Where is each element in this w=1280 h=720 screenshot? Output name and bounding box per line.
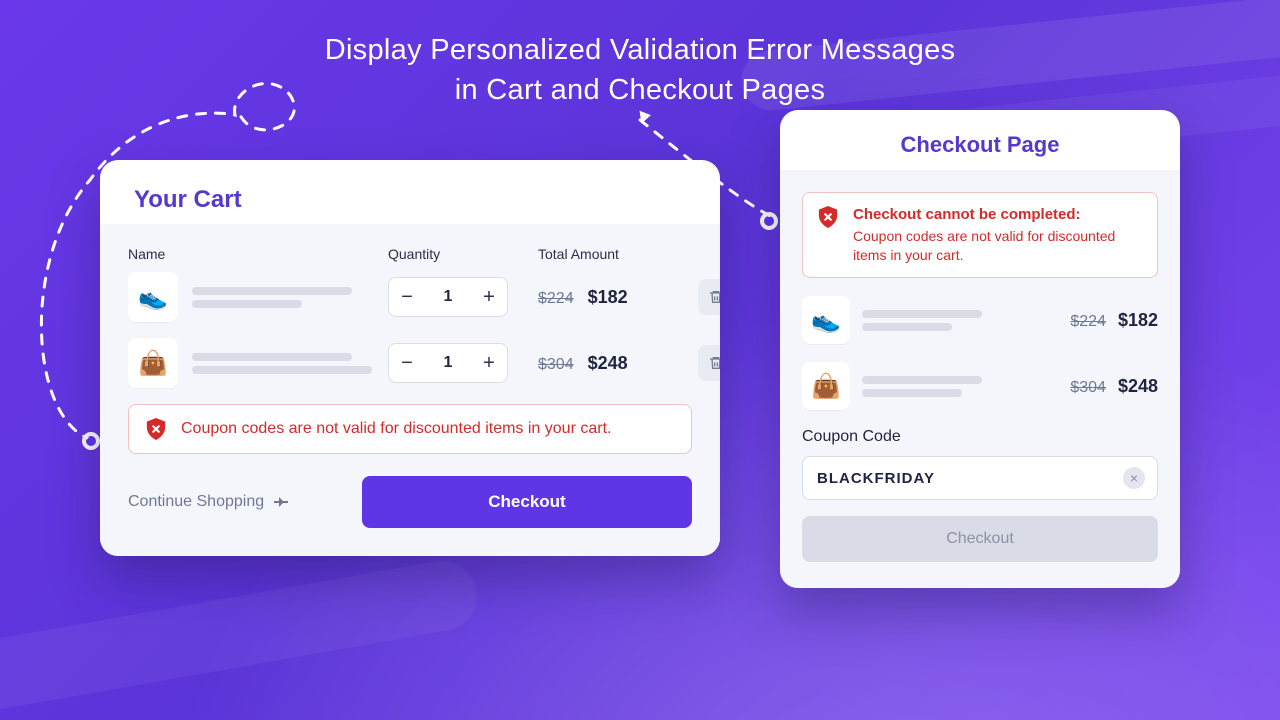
price-old: $224: [1070, 313, 1106, 331]
col-name: Name: [128, 246, 388, 262]
arrow-right-icon: [274, 501, 288, 503]
product-thumb: 👜: [128, 338, 178, 388]
cart-card: Your Cart Name Quantity Total Amount 👟 −…: [100, 160, 720, 556]
price-new: $182: [588, 287, 628, 308]
price-old: $304: [538, 356, 574, 374]
checkout-header: Checkout Page: [780, 110, 1180, 170]
cart-column-headers: Name Quantity Total Amount: [128, 246, 692, 262]
col-total: Total Amount: [538, 246, 698, 262]
checkout-error-title: Checkout cannot be completed:: [853, 205, 1143, 225]
price: $224 $182: [538, 287, 698, 308]
remove-item-button[interactable]: [698, 345, 720, 381]
quantity-stepper[interactable]: − 1 +: [388, 343, 508, 383]
col-qty: Quantity: [388, 246, 538, 262]
clear-coupon-button[interactable]: ×: [1123, 467, 1145, 489]
product-thumb: 👟: [802, 296, 850, 344]
checkout-error-body: Coupon codes are not valid for discounte…: [853, 228, 1115, 263]
shield-error-icon: [145, 417, 167, 441]
qty-value: 1: [425, 354, 471, 372]
product-thumb: 👜: [802, 362, 850, 410]
qty-increase-button[interactable]: +: [471, 344, 507, 382]
price-old: $304: [1070, 379, 1106, 397]
checkout-card: Checkout Page Checkout cannot be complet…: [780, 110, 1180, 588]
checkout-error-alert: Checkout cannot be completed: Coupon cod…: [802, 192, 1158, 278]
cart-title: Your Cart: [134, 186, 686, 214]
checkout-row: 👜 $304 $248: [802, 362, 1158, 410]
qty-increase-button[interactable]: +: [471, 278, 507, 316]
close-icon: ×: [1130, 470, 1138, 486]
quantity-stepper[interactable]: − 1 +: [388, 277, 508, 317]
coupon-field[interactable]: ×: [802, 456, 1158, 500]
qty-value: 1: [425, 288, 471, 306]
product-thumb: 👟: [128, 272, 178, 322]
price-new: $248: [588, 353, 628, 374]
trash-icon: [708, 289, 720, 305]
remove-item-button[interactable]: [698, 279, 720, 315]
coupon-input[interactable]: [815, 469, 1123, 488]
qty-decrease-button[interactable]: −: [389, 344, 425, 382]
connector-dot: [760, 212, 778, 230]
cart-row: 👟 − 1 + $224 $182: [128, 272, 692, 322]
brushstroke-decoration: [0, 555, 482, 714]
checkout-button[interactable]: Checkout: [362, 476, 692, 528]
page-title: Display Personalized Validation Error Me…: [325, 30, 956, 110]
continue-shopping-link[interactable]: Continue Shopping: [128, 493, 288, 511]
checkout-row: 👟 $224 $182: [802, 296, 1158, 344]
cart-header: Your Cart: [100, 160, 720, 224]
price: $224 $182: [1070, 310, 1158, 331]
price-new: $182: [1118, 310, 1158, 331]
checkout-title: Checkout Page: [810, 132, 1150, 158]
connector-dot: [82, 432, 100, 450]
price: $304 $248: [538, 353, 698, 374]
price-new: $248: [1118, 376, 1158, 397]
trash-icon: [708, 355, 720, 371]
shield-error-icon: [817, 205, 839, 229]
price-old: $224: [538, 290, 574, 308]
product-name-placeholder: [862, 371, 1060, 402]
checkout-disabled-button: Checkout: [802, 516, 1158, 562]
product-name-placeholder: [192, 348, 388, 379]
cart-error-alert: Coupon codes are not valid for discounte…: [128, 404, 692, 454]
cart-row: 👜 − 1 + $304 $248: [128, 338, 692, 388]
continue-shopping-label: Continue Shopping: [128, 493, 264, 511]
qty-decrease-button[interactable]: −: [389, 278, 425, 316]
cart-error-text: Coupon codes are not valid for discounte…: [181, 420, 611, 438]
checkout-error-text: Checkout cannot be completed: Coupon cod…: [853, 205, 1143, 265]
coupon-label: Coupon Code: [802, 428, 1158, 446]
price: $304 $248: [1070, 376, 1158, 397]
product-name-placeholder: [862, 305, 1060, 336]
product-name-placeholder: [192, 282, 388, 313]
